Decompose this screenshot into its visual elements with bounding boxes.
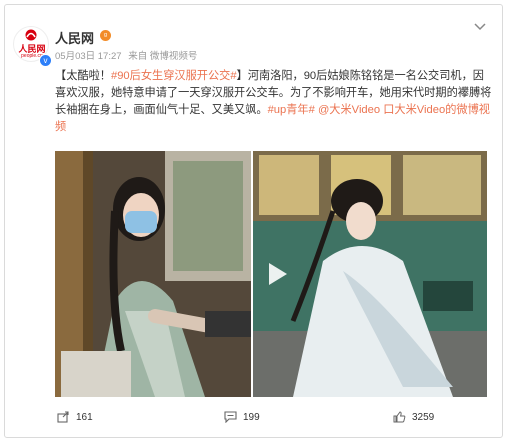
member-badge-icon[interactable]: ᵍ [100,30,111,41]
comment-count: 199 [243,411,260,423]
post-meta: 05月03日 17:27 来自 微博视频号 [55,48,201,62]
author-name[interactable]: 人民网 [55,28,94,47]
like-icon [393,411,406,423]
avatar[interactable]: 人民网 people.cn v [13,26,52,67]
comment-icon [224,411,237,423]
weibo-post-card: 人民网 people.cn v 人民网 ᵍ 05月03日 17:27 来自 微博… [4,4,503,438]
action-bar: 161 199 3259 [5,407,502,427]
play-icon[interactable] [261,259,291,289]
post-source[interactable]: 来自 微博视频号 [128,51,197,62]
hashtag-up-link[interactable]: #up青年# [268,104,315,116]
comment-button[interactable]: 199 [224,411,260,423]
verified-icon: v [39,54,52,67]
share-icon [57,411,69,423]
text-bracket-close: 】 [236,70,248,82]
hashtag-link[interactable]: #90后女生穿汉服开公交# [111,70,237,82]
post-date[interactable]: 05月03日 17:27 [55,51,122,62]
share-count: 161 [76,411,93,423]
share-button[interactable]: 161 [57,411,93,423]
text-bracket-open: 【 [55,70,67,82]
like-button[interactable]: 3259 [393,411,434,423]
post-text: 【太酷啦！#90后女生穿汉服开公交#】河南洛阳，90后姑娘陈铭铭是一名公交司机，… [55,68,495,136]
people-logo-icon [25,29,37,41]
mention-link[interactable]: @大米Video [318,104,380,116]
chevron-down-icon[interactable] [474,23,486,31]
photo-driver[interactable] [55,151,251,397]
driver-illustration [55,151,251,397]
like-count: 3259 [412,411,435,423]
text-lead: 太酷啦！ [66,70,111,82]
post-media[interactable] [55,151,487,397]
